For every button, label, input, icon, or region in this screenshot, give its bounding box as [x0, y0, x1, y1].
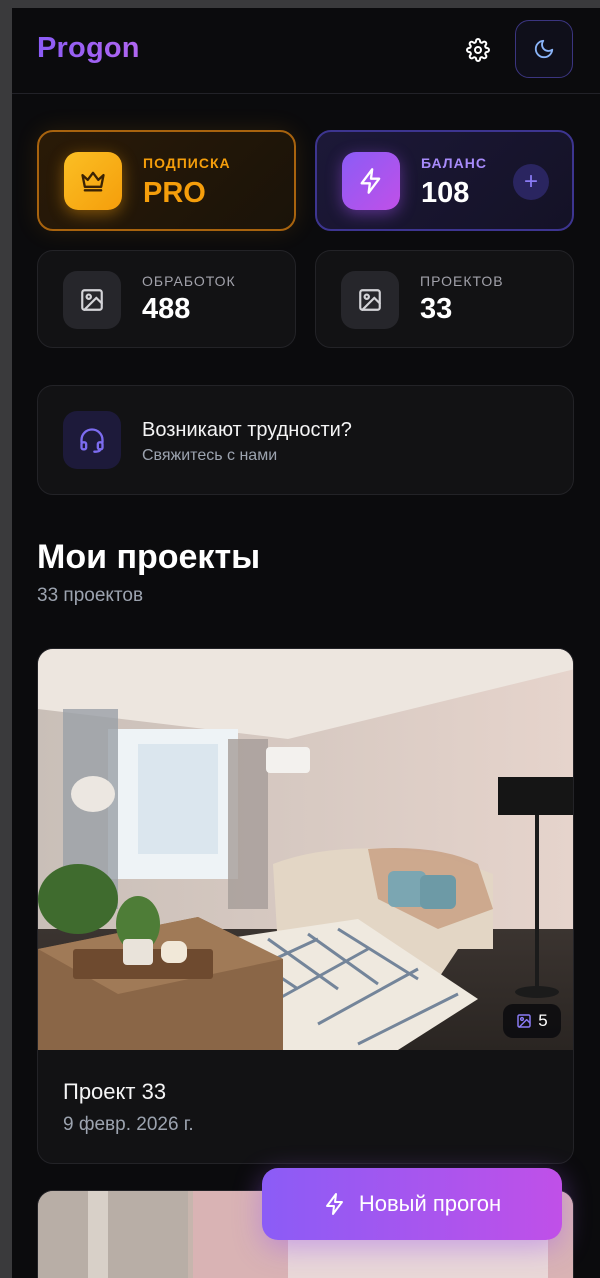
- bolt-icon: [360, 168, 381, 194]
- image-icon-box: [63, 271, 121, 329]
- bolt-icon-box: [342, 152, 400, 210]
- image-icon: [359, 289, 381, 311]
- app-logo[interactable]: Progon: [37, 32, 140, 65]
- balance-value: 108: [421, 177, 470, 209]
- projects-heading: Мои проекты: [37, 538, 261, 576]
- image-count-badge: 5: [503, 1004, 561, 1038]
- balance-card[interactable]: БАЛАНС 108 +: [315, 130, 574, 231]
- theme-toggle-button[interactable]: [515, 20, 573, 78]
- headset-icon-box: [63, 411, 121, 469]
- app-frame: Progon ПОДПИСКА PRO БАЛАНС 108 + ОБРАБОТ…: [12, 8, 600, 1278]
- project-date: 9 февр. 2026 г.: [63, 1114, 194, 1135]
- moon-icon: [534, 39, 554, 59]
- new-run-label: Новый прогон: [358, 1191, 502, 1216]
- crown-icon: [81, 171, 105, 192]
- stat-label: ПРОЕКТОВ: [420, 273, 504, 289]
- add-balance-button[interactable]: +: [513, 164, 549, 200]
- gear-icon: [466, 38, 490, 62]
- subscription-label: ПОДПИСКА: [143, 155, 231, 171]
- image-icon-box: [341, 271, 399, 329]
- balance-label: БАЛАНС: [421, 155, 487, 171]
- stat-card-projects: ПРОЕКТОВ 33: [315, 250, 574, 348]
- subscription-value: PRO: [143, 177, 206, 209]
- crown-icon-box: [64, 152, 122, 210]
- support-card[interactable]: Возникают трудности? Свяжитесь с нами: [37, 385, 574, 495]
- settings-button[interactable]: [464, 36, 492, 64]
- top-bar: Progon: [12, 8, 600, 94]
- project-card[interactable]: 5 Проект 33 9 февр. 2026 г.: [37, 648, 574, 1164]
- subscription-card[interactable]: ПОДПИСКА PRO: [37, 130, 296, 231]
- image-count: 5: [538, 1011, 548, 1030]
- support-title: Возникают трудности?: [142, 419, 352, 441]
- project-thumbnail: [38, 649, 573, 1050]
- stat-label: ОБРАБОТОК: [142, 273, 236, 289]
- image-icon: [81, 289, 103, 311]
- support-subtitle: Свяжитесь с нами: [142, 447, 278, 464]
- stat-value: 33: [420, 293, 453, 325]
- project-name: Проект 33: [63, 1079, 167, 1104]
- bolt-icon: [325, 1193, 343, 1215]
- projects-count: 33 проектов: [37, 585, 144, 606]
- stat-card-processings: ОБРАБОТОК 488: [37, 250, 296, 348]
- headset-icon: [80, 428, 104, 453]
- stat-value: 488: [142, 293, 191, 325]
- new-run-button[interactable]: Новый прогон: [262, 1168, 562, 1240]
- image-icon: [517, 1014, 531, 1028]
